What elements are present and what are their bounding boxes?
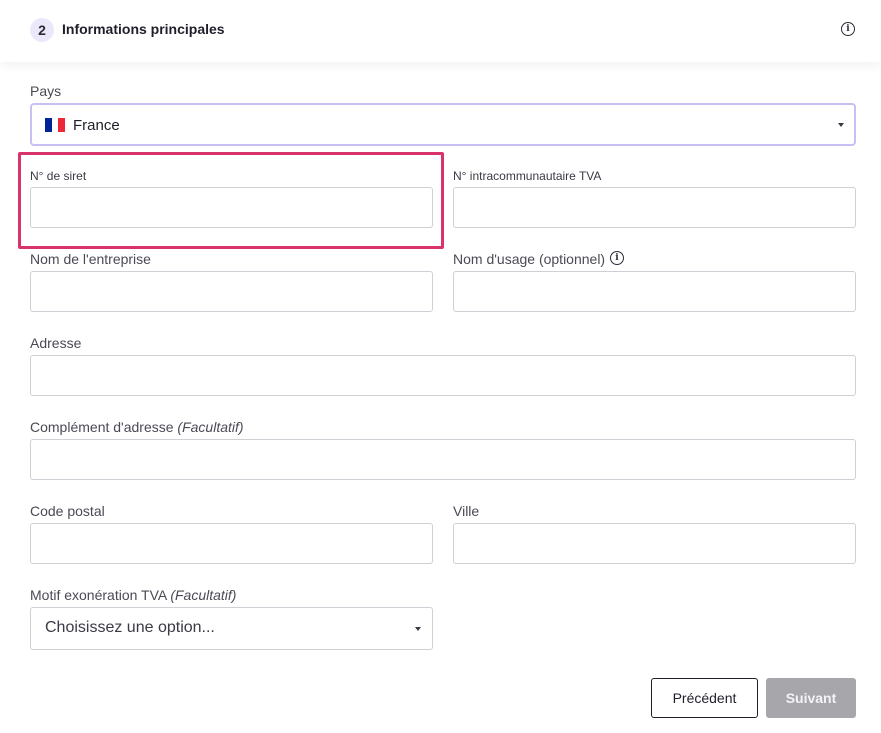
address-label: Adresse	[30, 335, 82, 351]
chevron-down-icon	[838, 123, 844, 127]
city-label: Ville	[453, 503, 480, 519]
tva-intra-label: N° intracommunautaire TVA	[453, 169, 602, 183]
country-value: France	[73, 117, 120, 134]
city-input[interactable]	[453, 523, 856, 564]
previous-button[interactable]: Précédent	[651, 678, 758, 718]
section-title: Informations principales	[62, 21, 225, 37]
company-name-input[interactable]	[30, 271, 433, 312]
france-flag-icon	[45, 118, 66, 132]
optional-tag: (Facultatif)	[177, 419, 244, 435]
step-badge: 2	[30, 18, 54, 42]
usage-name-input[interactable]	[453, 271, 856, 312]
address-complement-label: Complément d'adresse (Facultatif)	[30, 419, 244, 435]
info-icon[interactable]: i	[610, 251, 624, 265]
section-header: 2 Informations principales i	[0, 0, 881, 62]
chevron-down-icon	[415, 627, 421, 631]
siret-label: N° de siret	[30, 169, 87, 183]
optional-tag: (Facultatif)	[170, 587, 237, 603]
address-input[interactable]	[30, 355, 856, 396]
vat-exemption-label: Motif exonération TVA (Facultatif)	[30, 587, 236, 603]
next-button[interactable]: Suivant	[766, 678, 856, 718]
tva-intra-input[interactable]	[453, 187, 856, 228]
vat-exemption-placeholder: Choisissez une option...	[45, 619, 215, 636]
country-select[interactable]: France	[30, 103, 856, 146]
country-label: Pays	[30, 83, 62, 99]
address-complement-label-text: Complément d'adresse	[30, 419, 174, 435]
postal-code-input[interactable]	[30, 523, 433, 564]
info-icon[interactable]: i	[841, 22, 855, 36]
usage-name-label: Nom d'usage (optionnel)	[453, 251, 606, 267]
address-complement-input[interactable]	[30, 439, 856, 480]
vat-exemption-label-text: Motif exonération TVA	[30, 587, 167, 603]
company-name-label: Nom de l'entreprise	[30, 251, 151, 267]
siret-input[interactable]	[30, 187, 433, 228]
vat-exemption-select[interactable]: Choisissez une option...	[30, 607, 433, 650]
postal-code-label: Code postal	[30, 503, 105, 519]
